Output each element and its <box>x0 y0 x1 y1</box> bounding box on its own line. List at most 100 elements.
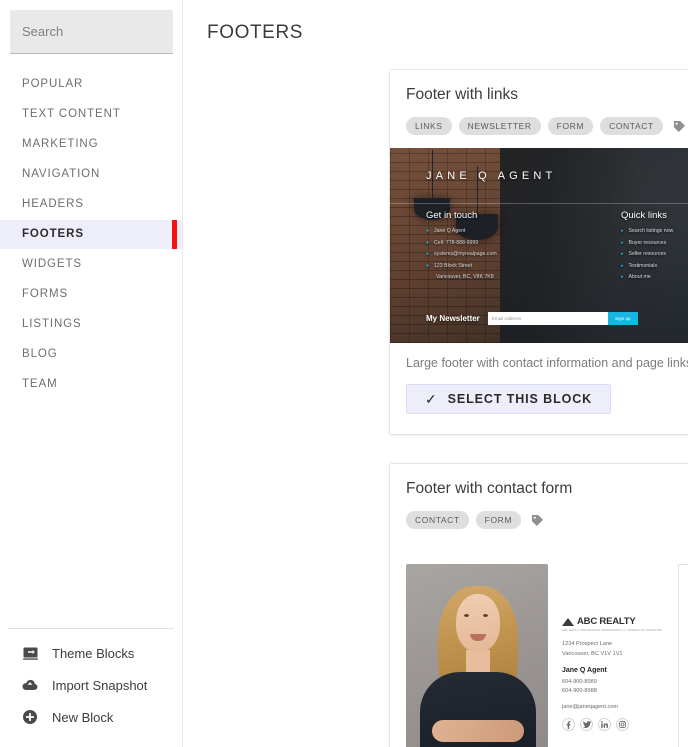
preview-brand-name: JANE Q AGENT <box>426 169 557 182</box>
card-description: Large footer with contact information an… <box>406 356 688 370</box>
preview-quicklink-item[interactable]: ▸ Search listings now <box>621 228 688 236</box>
schedule-call-form[interactable]: Schedule a call Name: * Email: * Message… <box>678 564 688 747</box>
preview-quicklink-label: Search listings now <box>628 228 674 234</box>
company-tagline: ABC REALTY BROKERAGE INDEPENDENTLY OWNED… <box>562 629 663 632</box>
phone-icon: ● <box>426 239 430 246</box>
pin-icon: ● <box>426 262 430 269</box>
sidebar-item-headers[interactable]: HEADERS <box>0 190 182 219</box>
sidebar-item-footers[interactable]: FOOTERS <box>0 220 182 249</box>
agent-photo <box>406 564 548 747</box>
new-block-button[interactable]: New Block <box>8 703 174 731</box>
theme-blocks-icon <box>20 643 40 663</box>
import-snapshot-label: Import Snapshot <box>52 677 148 693</box>
chevron-right-icon: ▸ <box>621 239 624 246</box>
preview-quicklink-item[interactable]: ▸ Seller resources <box>621 251 688 259</box>
company-address-line2: Vancouver, BC V1V 1V1 <box>562 650 623 657</box>
select-this-block-button[interactable]: ✓ SELECT THIS BLOCK <box>406 384 612 414</box>
sidebar-item-widgets[interactable]: WIDGETS <box>0 250 182 279</box>
preview-brand-row: JANE Q AGENT CONTACT ME <box>390 148 688 204</box>
category-nav: POPULAR TEXT CONTENT MARKETING NAVIGATIO… <box>0 70 182 399</box>
preview-quicklink-item[interactable]: ▸ About me <box>621 274 688 282</box>
tag-list: LINKS NEWSLETTER FORM CONTACT <box>406 117 688 135</box>
preview-contact-item: ● Cell: 778-888-9999 <box>426 240 621 248</box>
sidebar-item-label: FORMS <box>22 288 69 300</box>
sidebar-item-label: POPULAR <box>22 78 84 90</box>
preview-quicklink-item[interactable]: ▸ Testimonials <box>621 263 688 271</box>
agent-phone-primary: 604-900-8989 <box>562 678 597 685</box>
preview-quicklinks-column: Quick links ▸ Search listings now ▸ Buye… <box>621 210 688 286</box>
cloud-upload-icon <box>20 675 40 695</box>
page-title: FOOTERS <box>207 22 304 43</box>
user-icon: ● <box>426 228 430 234</box>
preview-newsletter-label: My Newsletter <box>426 314 480 323</box>
tag-icon[interactable] <box>531 514 544 527</box>
tag-contact[interactable]: CONTACT <box>600 117 663 135</box>
sidebar-item-label: TEAM <box>22 378 58 390</box>
instagram-icon[interactable] <box>616 718 629 732</box>
preview-columns: Get in touch ● Jane Q Agent ● Cell: 778-… <box>426 210 688 286</box>
preview-contact-item: ● 123 Block Street <box>426 263 621 271</box>
linkedin-icon[interactable] <box>598 718 611 732</box>
preview-contact-item: ● systems@myrealpage.com <box>426 251 621 259</box>
sidebar-item-team[interactable]: TEAM <box>0 370 182 399</box>
tag-form[interactable]: FORM <box>547 117 594 135</box>
photo-arms <box>432 720 524 742</box>
sidebar-item-listings[interactable]: LISTINGS <box>0 310 182 339</box>
import-snapshot-button[interactable]: Import Snapshot <box>8 671 174 699</box>
mail-icon: ● <box>426 251 430 258</box>
card-title: Footer with links <box>406 86 518 103</box>
new-block-label: New Block <box>52 709 114 725</box>
preview-contact-text: Cell: 778-888-9999 <box>434 239 479 246</box>
main-content: FOOTERS Footer with links footer-002 : v… <box>183 0 688 747</box>
sidebar-item-label: TEXT CONTENT <box>22 108 121 120</box>
company-logo: ABC REALTY <box>562 616 668 627</box>
preview-quicklink-label: About me <box>628 274 651 281</box>
sidebar-item-popular[interactable]: POPULAR <box>0 70 182 99</box>
search-container <box>0 0 182 54</box>
company-address-line1: 1234 Prospect Lane <box>562 641 613 647</box>
sidebar-item-navigation[interactable]: NAVIGATION <box>0 160 182 189</box>
realty-roof-icon <box>562 617 574 627</box>
preview-newsletter-signup-button[interactable]: Sign up <box>607 312 638 325</box>
sidebar-item-label: BLOG <box>22 348 58 360</box>
block-card-footer-110[interactable]: Footer with contact form footer-110 : v1… <box>389 463 688 747</box>
preview-quicklink-item[interactable]: ▸ Buyer resources <box>621 240 688 248</box>
chevron-right-icon: ▸ <box>621 251 624 258</box>
block-preview-footer-002[interactable]: JANE Q AGENT CONTACT ME Get in touch ● J… <box>390 148 688 343</box>
block-preview-footer-110[interactable]: ABC REALTY ABC REALTY BROKERAGE INDEPEND… <box>390 542 688 747</box>
select-this-block-label: SELECT THIS BLOCK <box>447 392 593 406</box>
search-input[interactable] <box>10 10 173 54</box>
tag-icon[interactable] <box>673 120 686 133</box>
preview-newsletter-input[interactable]: Email Address <box>487 312 608 325</box>
sidebar-item-text-content[interactable]: TEXT CONTENT <box>0 100 182 129</box>
tag-contact[interactable]: CONTACT <box>406 511 469 529</box>
preview-quicklink-label: Buyer resources <box>628 239 667 246</box>
agent-email[interactable]: jane@janeqagent.com <box>562 704 668 710</box>
company-name: ABC REALTY <box>577 616 636 627</box>
preview-quicklink-label: Testimonials <box>628 262 658 269</box>
facebook-icon[interactable] <box>562 718 575 732</box>
photo-eye <box>483 614 488 617</box>
card-title: Footer with contact form <box>406 480 573 497</box>
sidebar-item-label: HEADERS <box>22 198 84 210</box>
sidebar: POPULAR TEXT CONTENT MARKETING NAVIGATIO… <box>0 0 183 747</box>
agent-social-links <box>562 718 668 732</box>
chevron-right-icon: ▸ <box>621 274 624 281</box>
tag-links[interactable]: LINKS <box>406 117 452 135</box>
tag-newsletter[interactable]: NEWSLETTER <box>458 117 541 135</box>
preview-newsletter-bar: My Newsletter Email Address Sign up <box>426 312 688 325</box>
sidebar-item-forms[interactable]: FORMS <box>0 280 182 309</box>
preview-quicklinks-heading: Quick links <box>621 210 667 221</box>
theme-blocks-button[interactable]: Theme Blocks <box>8 639 174 667</box>
sidebar-actions: Theme Blocks Import Snapshot New Block <box>8 628 174 747</box>
tag-form[interactable]: FORM <box>475 511 522 529</box>
agent-phone-secondary: 604-900-8988 <box>562 688 597 695</box>
block-card-footer-002[interactable]: Footer with links footer-002 : v1.0 LINK… <box>389 69 688 435</box>
sidebar-item-marketing[interactable]: MARKETING <box>0 130 182 159</box>
twitter-icon[interactable] <box>580 718 593 732</box>
card-header: Footer with contact form footer-110 : v1… <box>390 464 688 529</box>
active-indicator <box>172 220 177 249</box>
company-info: ABC REALTY ABC REALTY BROKERAGE INDEPEND… <box>548 564 668 747</box>
preview-contact-column: Get in touch ● Jane Q Agent ● Cell: 778-… <box>426 210 621 286</box>
sidebar-item-blog[interactable]: BLOG <box>0 340 182 369</box>
